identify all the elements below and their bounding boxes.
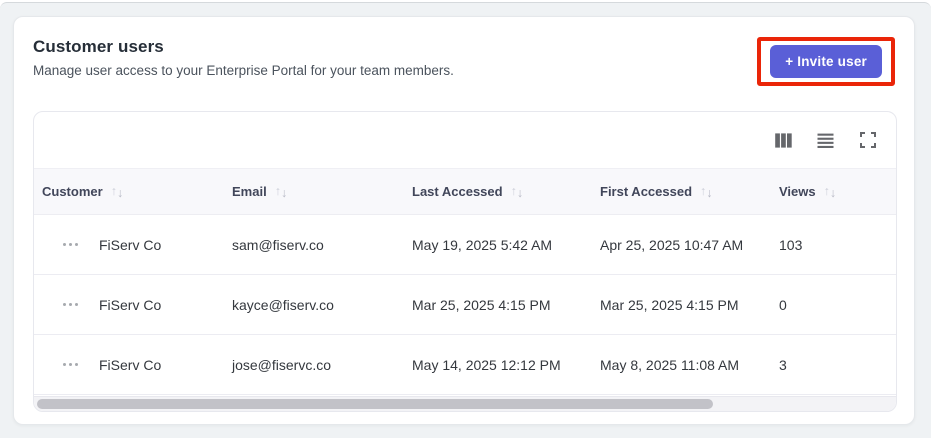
customer-cell: FiServ Co: [99, 296, 162, 313]
customer-cell: FiServ Co: [99, 236, 162, 253]
columns-icon[interactable]: [774, 131, 793, 150]
last-accessed-cell: Mar 25, 2025 4:15 PM: [412, 296, 551, 313]
column-header-label: First Accessed: [600, 184, 693, 199]
row-menu-icon[interactable]: [59, 297, 83, 313]
email-cell: sam@fiserv.co: [232, 236, 324, 253]
sort-icon[interactable]: ↑ ↓: [111, 185, 124, 199]
table-body: FiServ Co sam@fiserv.co May 19, 2025 5:4…: [34, 215, 896, 395]
views-cell: 0: [779, 296, 787, 313]
first-accessed-cell: Apr 25, 2025 10:47 AM: [600, 236, 744, 253]
page-subtitle: Manage user access to your Enterprise Po…: [33, 63, 454, 78]
first-accessed-cell: Mar 25, 2025 4:15 PM: [600, 296, 739, 313]
card-header-text: Customer users Manage user access to you…: [33, 37, 454, 78]
email-cell: kayce@fiserv.co: [232, 296, 334, 313]
table-row[interactable]: FiServ Co sam@fiserv.co May 19, 2025 5:4…: [34, 215, 896, 275]
first-accessed-cell: May 8, 2025 11:08 AM: [600, 356, 740, 373]
sort-icon[interactable]: ↑ ↓: [824, 185, 837, 199]
row-menu-icon[interactable]: [59, 357, 83, 373]
fullscreen-icon[interactable]: [858, 131, 877, 150]
column-header-label: Last Accessed: [412, 184, 503, 199]
annotation-highlight-box: + Invite user: [757, 37, 895, 86]
views-cell: 3: [779, 356, 787, 373]
page-background: Customer users Manage user access to you…: [0, 2, 931, 438]
last-accessed-cell: May 19, 2025 5:42 AM: [412, 236, 553, 253]
column-header[interactable]: First Accessed ↑ ↓: [600, 184, 779, 199]
table-row[interactable]: FiServ Co jose@fiservc.co May 14, 2025 1…: [34, 335, 896, 395]
last-accessed-cell: May 14, 2025 12:12 PM: [412, 356, 561, 373]
page-title: Customer users: [33, 37, 164, 56]
sort-icon[interactable]: ↑ ↓: [275, 185, 288, 199]
row-menu-icon[interactable]: [59, 237, 83, 253]
scrollbar-thumb[interactable]: [37, 399, 713, 409]
row-menu-cell: [42, 297, 99, 313]
column-header[interactable]: Views ↑ ↓: [779, 184, 896, 199]
table-row[interactable]: FiServ Co kayce@fiserv.co Mar 25, 2025 4…: [34, 275, 896, 335]
column-header[interactable]: Last Accessed ↑ ↓: [412, 184, 600, 199]
column-header-label: Email: [232, 184, 267, 199]
card-header: Customer users Manage user access to you…: [33, 37, 897, 86]
users-table-panel: Customer ↑ ↓ Email ↑ ↓ Last Accessed ↑ ↓ Fi…: [33, 111, 897, 412]
sort-icon[interactable]: ↑ ↓: [511, 185, 524, 199]
density-icon[interactable]: [816, 131, 835, 150]
sort-icon[interactable]: ↑ ↓: [700, 185, 713, 199]
column-header[interactable]: Email ↑ ↓: [232, 184, 412, 199]
invite-user-button[interactable]: + Invite user: [770, 45, 882, 78]
customer-cell: FiServ Co: [99, 356, 162, 373]
column-header-label: Views: [779, 184, 816, 199]
customer-users-card: Customer users Manage user access to you…: [13, 16, 915, 425]
views-cell: 103: [779, 236, 803, 253]
email-cell: jose@fiservc.co: [232, 356, 332, 373]
horizontal-scrollbar[interactable]: [34, 396, 896, 411]
row-menu-cell: [42, 237, 99, 253]
table-header-row: Customer ↑ ↓ Email ↑ ↓ Last Accessed ↑ ↓ Fi…: [34, 168, 896, 215]
row-menu-cell: [42, 357, 99, 373]
column-header-label: Customer: [42, 184, 103, 199]
table-toolbar: [34, 112, 896, 168]
column-header[interactable]: Customer ↑ ↓: [42, 184, 232, 199]
